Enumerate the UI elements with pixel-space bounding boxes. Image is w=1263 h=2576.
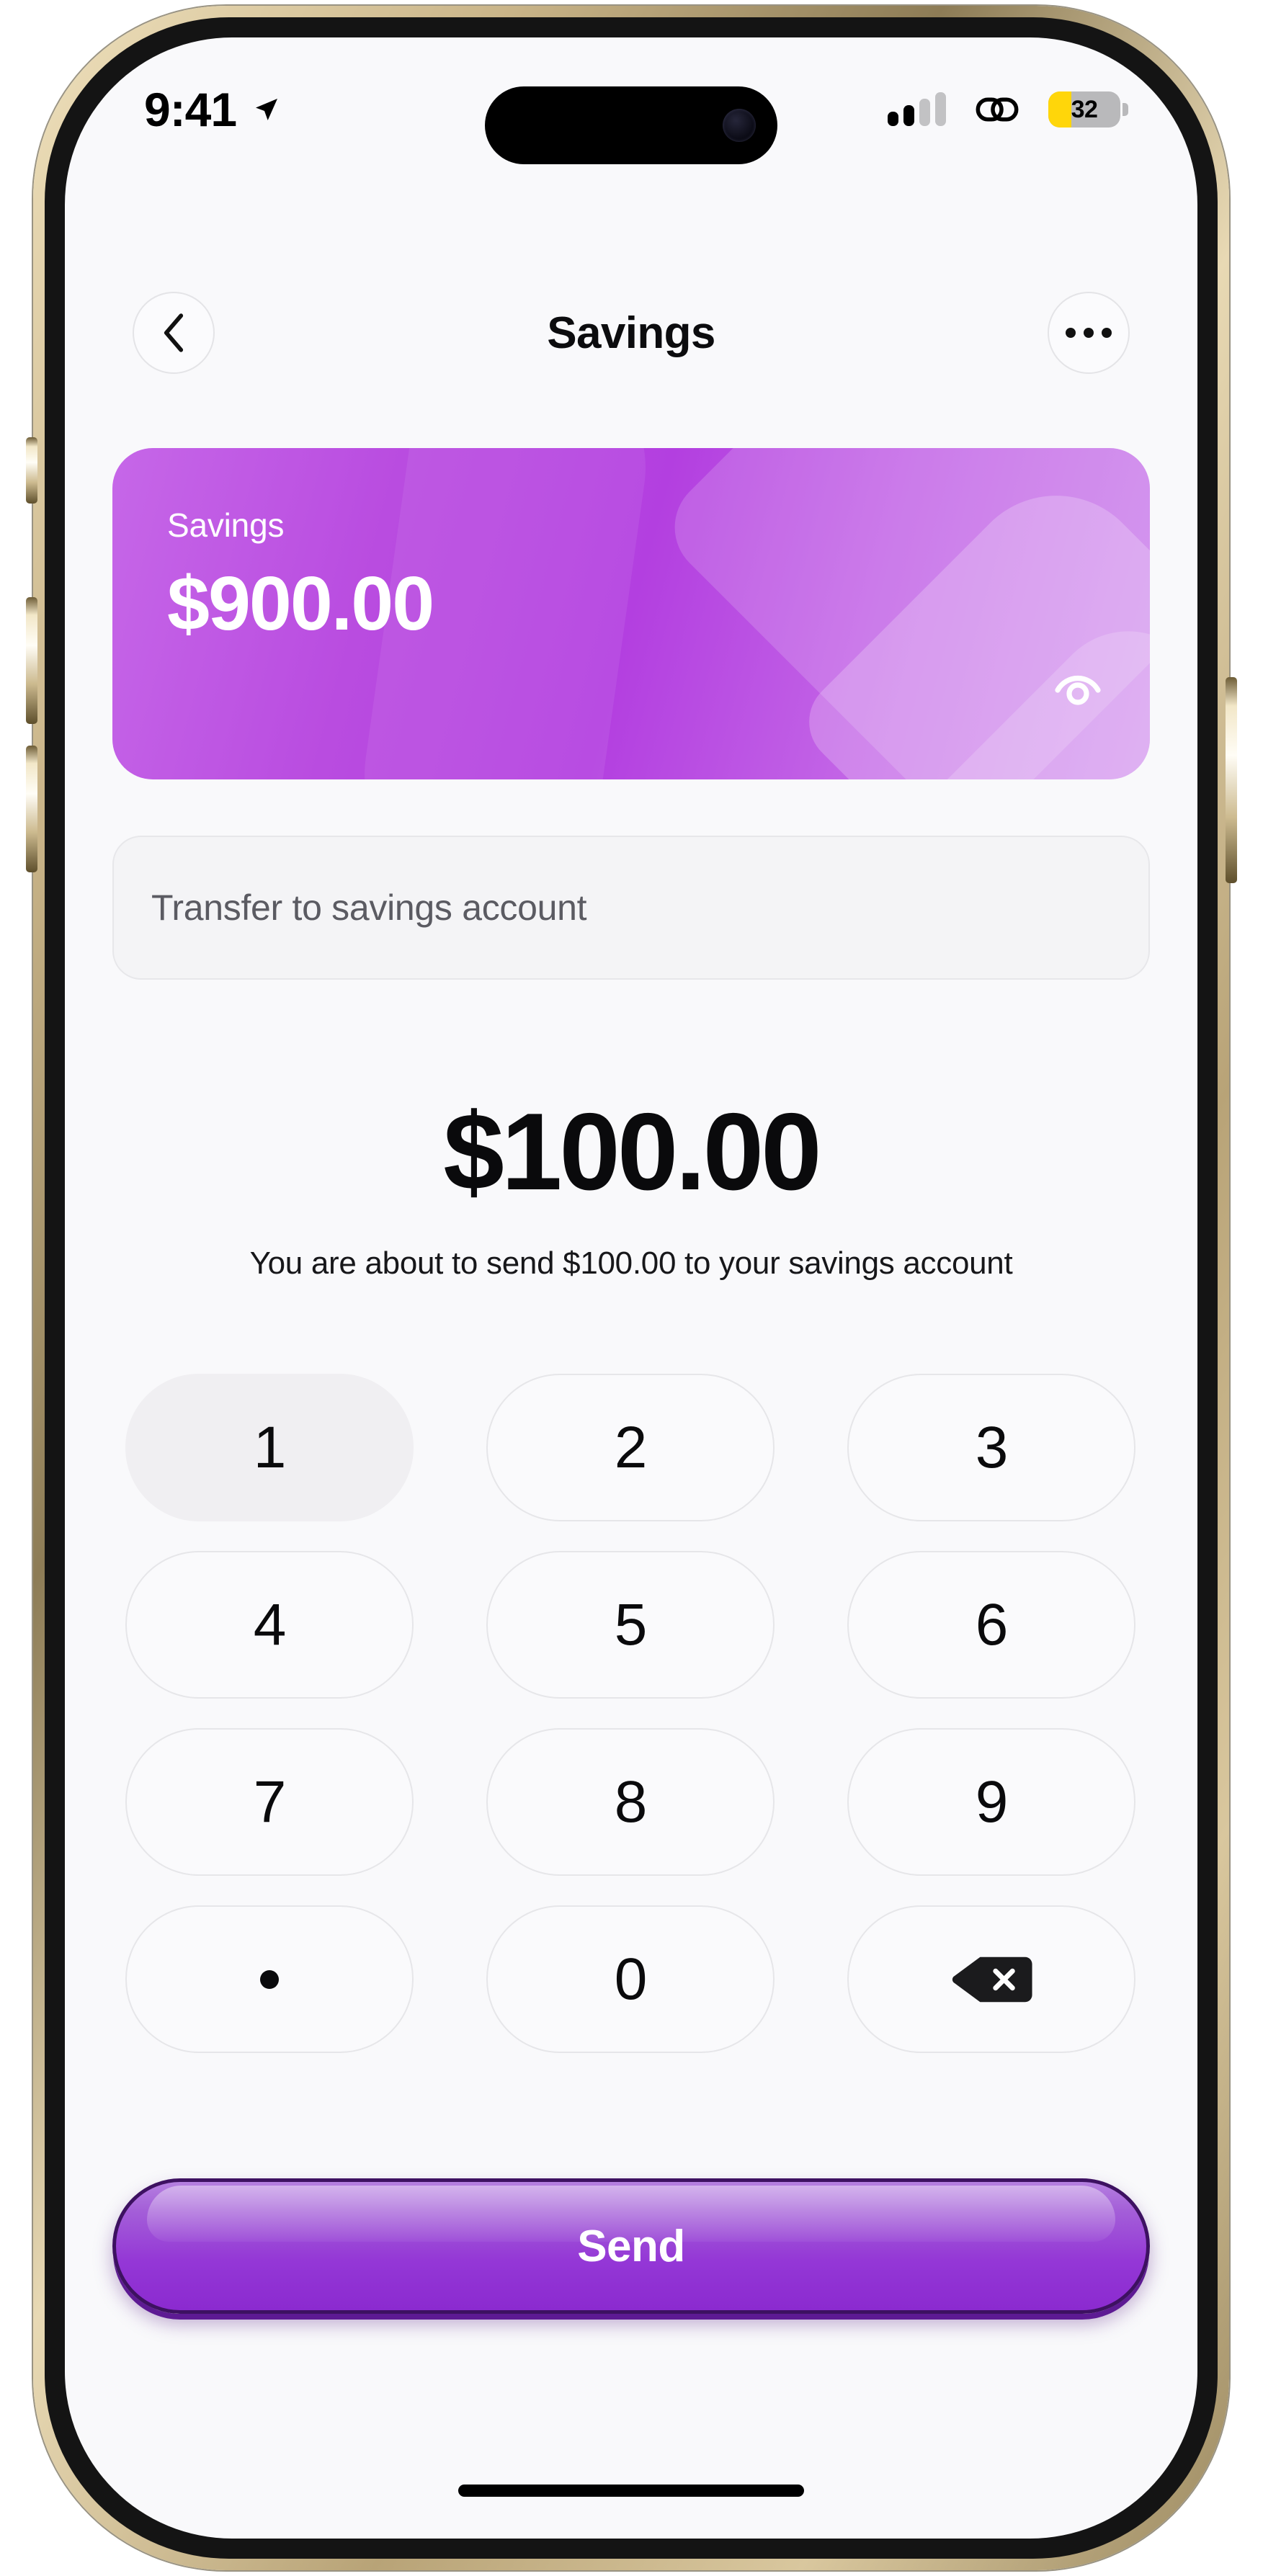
phone-screen: 9:41 32 Savings Savings $900.00 Transfer…: [65, 37, 1197, 2539]
key-label: 2: [614, 1414, 648, 1480]
power-button[interactable]: [1226, 677, 1237, 883]
savings-balance-card[interactable]: Savings $900.00: [112, 448, 1150, 779]
amount-block: $100.00 You are about to send $100.00 to…: [65, 1089, 1197, 1282]
chevron-left-icon: [164, 313, 184, 352]
key-label: 0: [614, 1946, 648, 2012]
key-label: 1: [253, 1414, 287, 1480]
location-arrow-icon: [256, 99, 278, 120]
volume-up-button[interactable]: [26, 597, 37, 724]
decimal-dot-icon: [260, 1969, 279, 1989]
battery-cap: [1123, 103, 1128, 116]
status-bar-right: 32: [888, 91, 1128, 128]
transfer-note-input[interactable]: Transfer to savings account: [112, 836, 1150, 980]
key-backspace[interactable]: [847, 1905, 1135, 2053]
dynamic-island: [485, 86, 777, 164]
front-camera-icon: [723, 109, 756, 142]
send-button[interactable]: Send: [112, 2178, 1150, 2314]
card-decor-chevron-2: [791, 457, 1150, 779]
card-decor-chevron-1: [653, 448, 1150, 779]
send-button-label: Send: [577, 2221, 685, 2271]
back-button[interactable]: [133, 292, 215, 374]
amount-display: $100.00: [443, 1091, 821, 1213]
key-4[interactable]: 4: [125, 1551, 414, 1699]
key-decimal[interactable]: [125, 1905, 414, 2053]
card-balance-amount: $900.00: [167, 561, 434, 646]
key-7[interactable]: 7: [125, 1728, 414, 1876]
key-1[interactable]: 1: [125, 1374, 414, 1521]
home-indicator[interactable]: [458, 2485, 804, 2497]
battery-body: 32: [1048, 91, 1120, 128]
status-time: 9:41: [144, 83, 237, 136]
key-9[interactable]: 9: [847, 1728, 1135, 1876]
page-title: Savings: [547, 308, 715, 358]
backspace-icon: [952, 1956, 1032, 2002]
key-label: 5: [614, 1591, 648, 1658]
card-content: Savings $900.00: [167, 506, 434, 648]
card-account-label: Savings: [167, 506, 285, 544]
battery-percent: 32: [1071, 95, 1098, 123]
key-label: 9: [975, 1768, 1009, 1835]
status-bar-left: 9:41: [144, 82, 281, 137]
more-horizontal-icon: [1065, 328, 1112, 338]
battery-fill: [1048, 91, 1071, 128]
key-8[interactable]: 8: [486, 1728, 775, 1876]
numeric-keypad: 1 2 3 4 5 6 7 8 9 0: [125, 1374, 1137, 2053]
key-5[interactable]: 5: [486, 1551, 775, 1699]
amount-hint-text: You are about to send $100.00 to your sa…: [249, 1245, 1013, 1281]
send-button-wrap: Send: [112, 2178, 1150, 2314]
key-label: 7: [253, 1768, 287, 1835]
contactless-payment-icon: [1055, 675, 1101, 705]
key-label: 6: [975, 1591, 1009, 1658]
transfer-note-text: Transfer to savings account: [151, 887, 587, 928]
volume-down-button[interactable]: [26, 746, 37, 872]
action-button[interactable]: [26, 437, 37, 504]
key-0[interactable]: 0: [486, 1905, 775, 2053]
device-stage: 9:41 32 Savings Savings $900.00 Transfer…: [0, 0, 1263, 2576]
key-2[interactable]: 2: [486, 1374, 775, 1521]
more-options-button[interactable]: [1047, 292, 1130, 374]
link-chain-icon: [976, 97, 1019, 122]
cellular-signal-icon: [888, 92, 946, 126]
key-label: 3: [975, 1414, 1009, 1480]
key-3[interactable]: 3: [847, 1374, 1135, 1521]
battery-icon: 32: [1048, 91, 1128, 128]
key-label: 4: [253, 1591, 287, 1658]
card-decor-chevron-3: [903, 598, 1150, 779]
key-6[interactable]: 6: [847, 1551, 1135, 1699]
key-label: 8: [614, 1768, 648, 1835]
nav-header: Savings: [65, 275, 1197, 390]
